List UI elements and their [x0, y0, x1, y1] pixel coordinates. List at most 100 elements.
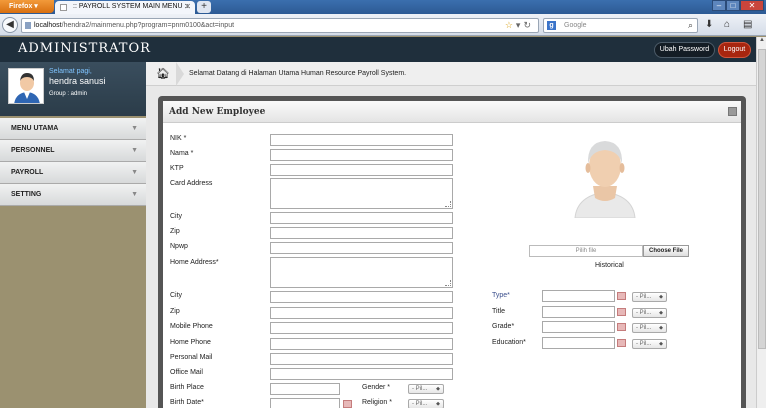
card-address-textarea[interactable]: [270, 178, 453, 209]
choose-file-button[interactable]: Choose File: [643, 245, 689, 257]
label-card-address: Card Address: [170, 180, 213, 187]
menu-toolbar-icon[interactable]: ▤: [743, 19, 752, 30]
grade-input[interactable]: [542, 321, 615, 333]
chevron-down-icon: ▼: [131, 191, 138, 198]
type-picker-icon[interactable]: [617, 292, 626, 300]
close-window-button[interactable]: ✕: [740, 0, 764, 11]
browser-titlebar: Firefox ▾ :: PAYROLL SYSTEM MAIN MENU ::…: [0, 0, 766, 14]
label-home-phone: Home Phone: [170, 339, 211, 346]
label-ktp: KTP: [170, 165, 184, 172]
page-icon: [25, 22, 31, 29]
avatar: [8, 68, 44, 104]
gender-select[interactable]: - Pil...: [408, 384, 444, 394]
firefox-menu-button[interactable]: Firefox ▾: [0, 0, 54, 13]
sidebar-item-setting[interactable]: SETTING ▼: [0, 184, 146, 206]
new-tab-button[interactable]: +: [197, 1, 211, 13]
search-bar[interactable]: g Google ⌕: [543, 18, 698, 33]
calendar-icon[interactable]: [343, 400, 352, 408]
user-box: Selamat pagi, hendra sanusi Group : admi…: [0, 62, 146, 116]
greeting-text: Selamat pagi,: [49, 68, 92, 75]
browser-tab[interactable]: :: PAYROLL SYSTEM MAIN MENU ::. ✕: [55, 1, 195, 14]
back-arrow-icon[interactable]: ◀: [2, 17, 18, 33]
mobile-phone-input[interactable]: [270, 322, 453, 334]
title-input[interactable]: [542, 306, 615, 318]
tab-title: :: PAYROLL SYSTEM MAIN MENU ::.: [73, 3, 191, 10]
minimize-button[interactable]: –: [712, 0, 726, 11]
change-password-button[interactable]: Ubah Password: [654, 42, 715, 58]
personal-mail-input[interactable]: [270, 353, 453, 365]
page-scrollbar[interactable]: ▲: [756, 37, 766, 408]
home-zip-input[interactable]: [270, 307, 453, 319]
label-birth-place: Birth Place: [170, 384, 204, 391]
bookmark-star-icon[interactable]: ☆: [505, 20, 516, 30]
url-bar[interactable]: localhost/hendra2/mainmenu.php?program=p…: [21, 18, 539, 33]
label-city-home: City: [170, 292, 183, 299]
label-nik: NIK *: [170, 135, 187, 142]
breadcrumb-text: Selamat Datang di Halaman Utama Human Re…: [189, 70, 407, 77]
tab-close-icon[interactable]: ✕: [184, 2, 191, 11]
sidebar-item-menu-utama[interactable]: MENU UTAMA ▼: [0, 118, 146, 140]
npwp-input[interactable]: [270, 242, 453, 254]
breadcrumb-separator: [176, 62, 184, 86]
grade-picker-icon[interactable]: [617, 323, 626, 331]
label-grade: Grade*: [492, 323, 515, 330]
breadcrumb: 🏠︎ Selamat Datang di Halaman Utama Human…: [146, 62, 766, 86]
card-city-input[interactable]: [270, 212, 453, 224]
ktp-input[interactable]: [270, 164, 453, 176]
historical-label[interactable]: Historical: [595, 262, 624, 269]
search-icon[interactable]: ⌕: [688, 20, 693, 31]
url-host: localhost: [34, 22, 62, 29]
birth-date-input[interactable]: [270, 398, 340, 408]
home-icon[interactable]: 🏠︎: [156, 67, 170, 80]
sidebar-menu: MENU UTAMA ▼ PERSONNEL ▼ PAYROLL ▼ SETTING ▼: [0, 118, 146, 206]
search-placeholder: Google: [564, 22, 587, 29]
label-city-card: City: [170, 213, 183, 220]
download-icon[interactable]: ⬇: [705, 19, 713, 30]
home-city-input[interactable]: [270, 291, 453, 303]
panel-title: Add New Employee: [169, 107, 266, 117]
type-select[interactable]: - Pil...: [632, 292, 667, 302]
title-select[interactable]: - Pil...: [632, 308, 667, 318]
education-picker-icon[interactable]: [617, 339, 626, 347]
label-personal-mail: Personal Mail: [170, 354, 213, 361]
card-zip-input[interactable]: [270, 227, 453, 239]
panel-body: Add New Employee NIK * Nama * KTP Card A…: [163, 101, 741, 408]
url-actions: ☆▾↻: [505, 20, 534, 31]
label-religion: Religion *: [362, 399, 392, 406]
sidebar-item-personnel[interactable]: PERSONNEL ▼: [0, 140, 146, 162]
grade-select[interactable]: - Pil...: [632, 323, 667, 333]
home-toolbar-icon[interactable]: ⌂: [724, 19, 730, 30]
label-nama: Nama *: [170, 150, 194, 157]
religion-select[interactable]: - Pil...: [408, 399, 444, 408]
home-address-textarea[interactable]: [270, 257, 453, 288]
minimize-panel-icon[interactable]: [728, 107, 737, 116]
window-controls: – □ ✕: [712, 0, 764, 11]
nik-input[interactable]: [270, 134, 453, 146]
education-select[interactable]: - Pil...: [632, 339, 667, 349]
chevron-down-icon: ▼: [131, 147, 138, 154]
label-type: Type*: [492, 292, 510, 299]
page-favicon-icon: [60, 4, 67, 11]
label-npwp: Npwp: [170, 243, 188, 250]
sidebar: Selamat pagi, hendra sanusi Group : admi…: [0, 62, 146, 408]
logout-button[interactable]: Logout: [718, 42, 751, 58]
education-input[interactable]: [542, 337, 615, 349]
sidebar-item-payroll[interactable]: PAYROLL ▼: [0, 162, 146, 184]
scroll-thumb[interactable]: [758, 49, 766, 349]
url-path: /hendra2/mainmenu.php?program=pnm0100&ac…: [61, 22, 235, 29]
label-education: Education*: [492, 339, 526, 346]
nama-input[interactable]: [270, 149, 453, 161]
file-name-field: Pilih file: [529, 245, 643, 257]
label-birth-date: Birth Date*: [170, 399, 204, 406]
scroll-up-icon[interactable]: ▲: [757, 37, 766, 47]
type-input[interactable]: [542, 290, 615, 302]
employee-photo-placeholder: [571, 134, 639, 219]
home-phone-input[interactable]: [270, 338, 453, 350]
browser-navbar: ◀ localhost/hendra2/mainmenu.php?program…: [0, 14, 766, 36]
title-picker-icon[interactable]: [617, 308, 626, 316]
office-mail-input[interactable]: [270, 368, 453, 380]
maximize-button[interactable]: □: [726, 0, 740, 11]
label-title: Title: [492, 308, 505, 315]
birth-place-input[interactable]: [270, 383, 340, 395]
reload-icon[interactable]: ↻: [523, 20, 534, 30]
